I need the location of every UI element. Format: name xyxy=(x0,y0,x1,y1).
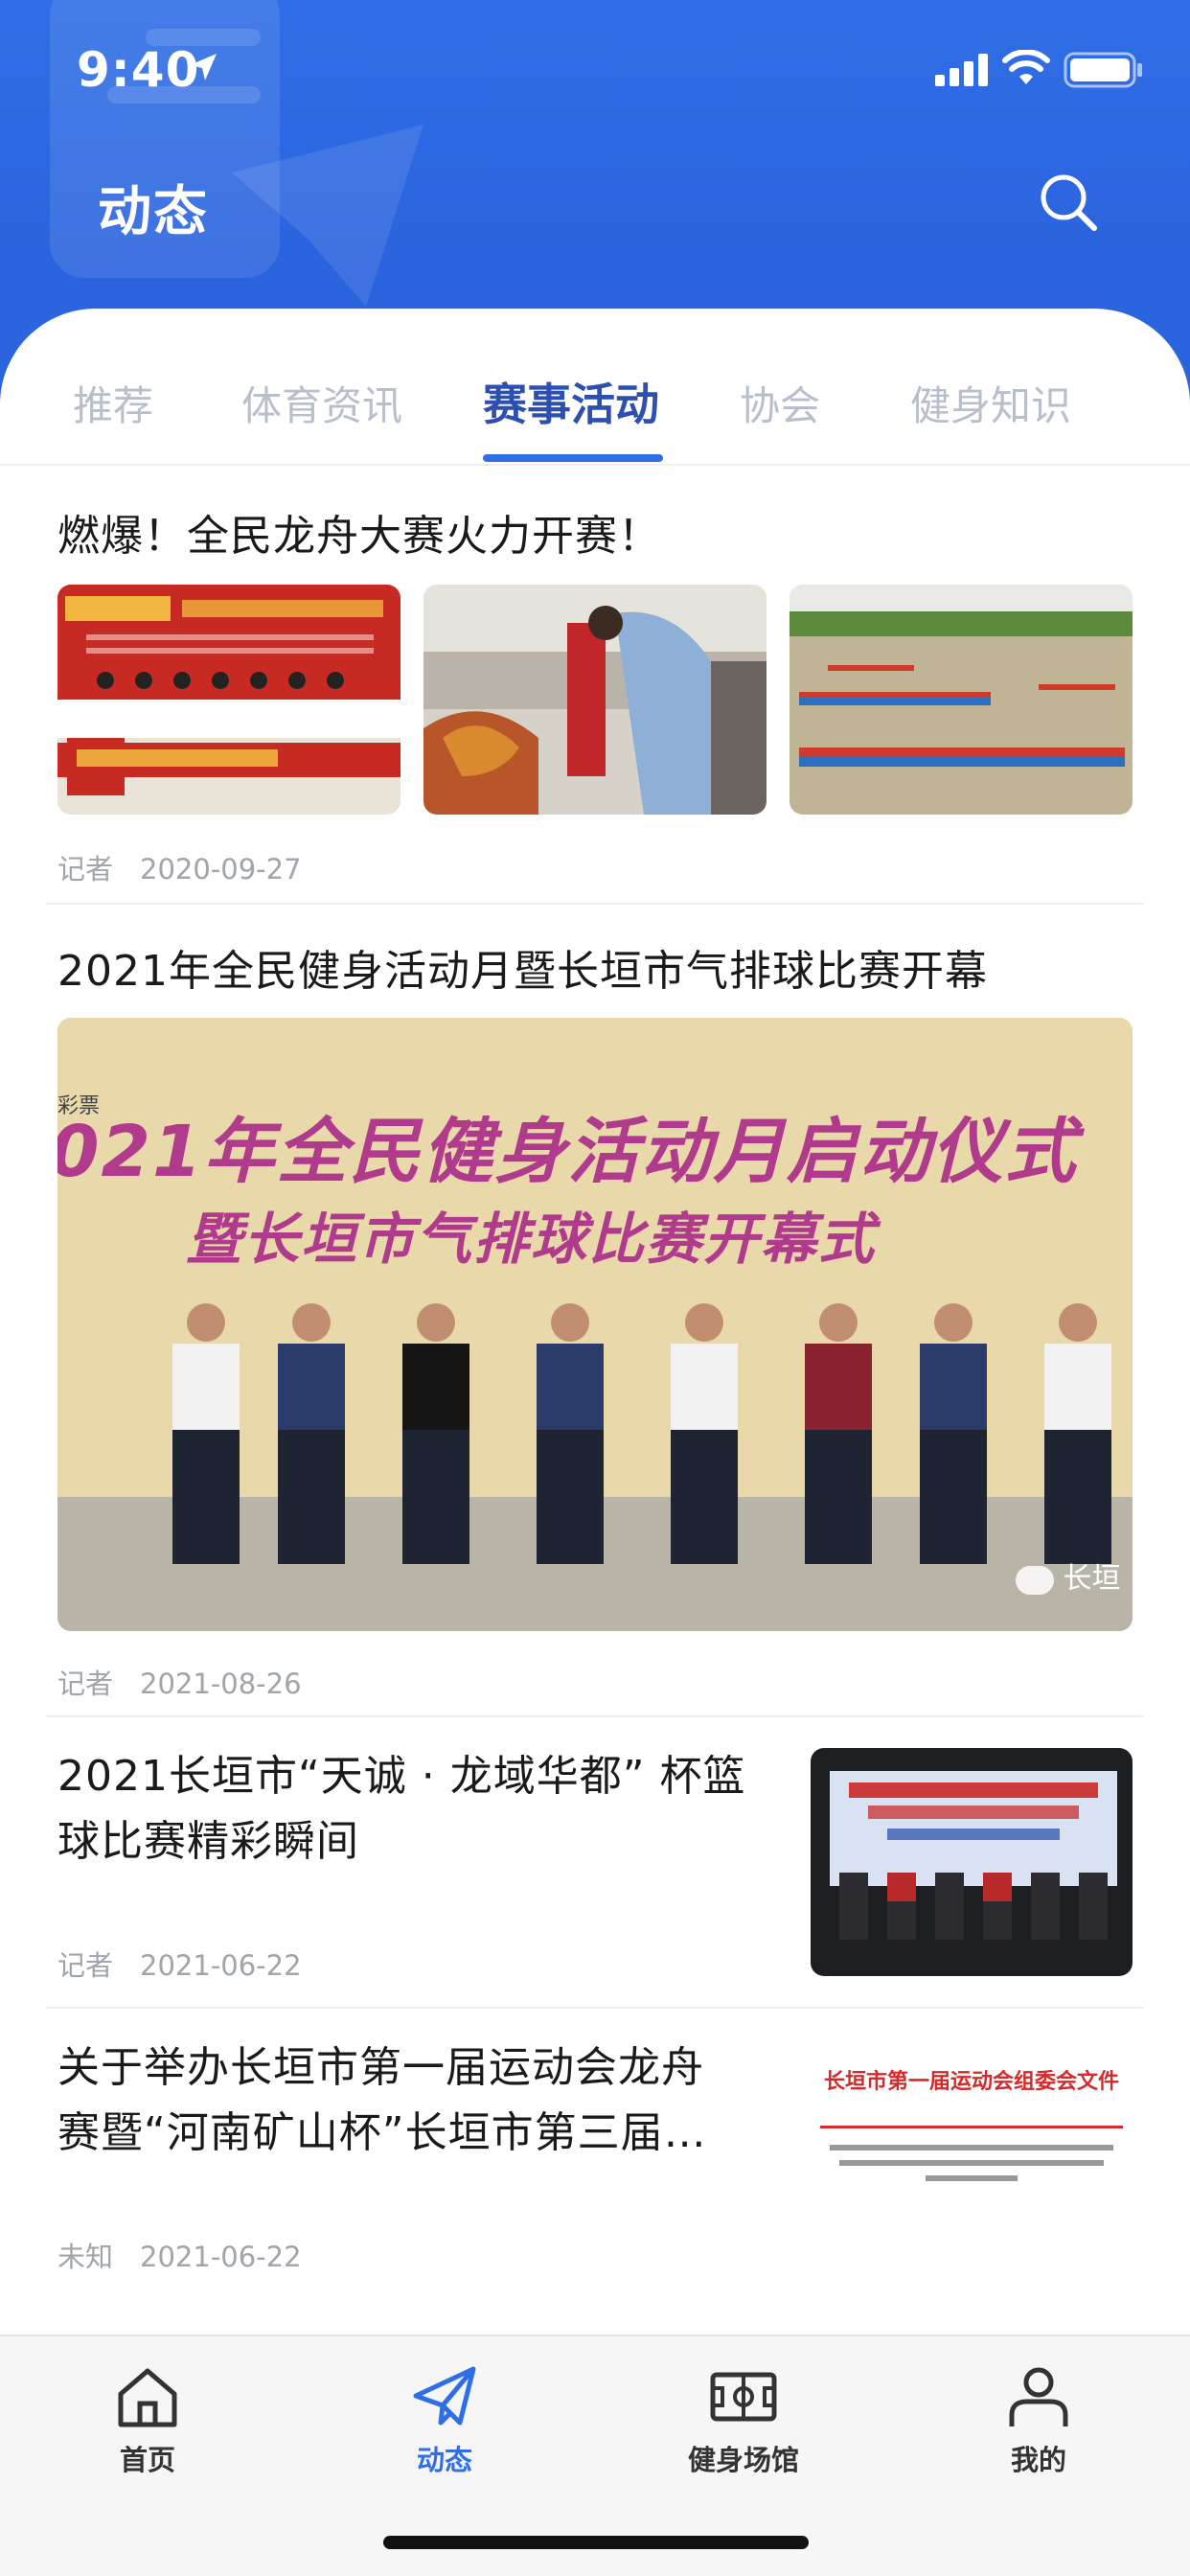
document-line xyxy=(830,2145,1113,2150)
article-author: 未知 xyxy=(57,2241,114,2273)
article-card[interactable]: 燃爆！全民龙舟大赛火力开赛！ 记者 2020-09-27 xyxy=(46,466,1144,905)
status-time: 9:40 xyxy=(77,42,200,98)
tabbar-profile[interactable]: 我的 xyxy=(943,2363,1134,2507)
article-image: 长垣市第一届运动会组委会文件 xyxy=(811,2039,1133,2267)
article-title-line: 赛暨“河南矿山杯”长垣市第三届… xyxy=(57,2108,707,2157)
wifi-icon xyxy=(1002,50,1050,84)
article-meta: 记者 2021-06-22 xyxy=(57,1944,302,1984)
article-title: 2021年全民健身活动月暨长垣市气排球比赛开幕 xyxy=(57,947,988,996)
article-meta: 未知 2021-06-22 xyxy=(57,2235,302,2275)
article-image xyxy=(790,585,1133,815)
banner-text-line1: 021年全民健身活动月启动仪式 xyxy=(57,1111,1078,1193)
article-date: 2021-08-26 xyxy=(140,1668,302,1700)
wechat-icon xyxy=(1016,1565,1054,1595)
article-author: 记者 xyxy=(57,1668,114,1700)
tabbar-label: 动态 xyxy=(416,2444,472,2476)
page-title: 动态 xyxy=(98,181,209,243)
tabbar-feed[interactable]: 动态 xyxy=(349,2363,540,2507)
article-title: 2021长垣市“天诚 · 龙域华都” 杯篮 球比赛精彩瞬间 xyxy=(57,1744,746,1874)
photo-watermark: 长垣 xyxy=(1016,1554,1121,1597)
tab-recommend[interactable]: 推荐 xyxy=(73,374,153,432)
active-tab-indicator xyxy=(483,454,663,462)
paper-plane-icon xyxy=(413,2366,476,2426)
article-image xyxy=(57,585,400,815)
document-line xyxy=(839,2160,1104,2166)
article-card[interactable]: 关于举办长垣市第一届运动会龙舟 赛暨“河南矿山杯”长垣市第三届… 长垣市第一届运… xyxy=(46,2009,1144,2300)
tabbar-venues[interactable]: 健身场馆 xyxy=(648,2363,839,2507)
article-card[interactable]: 2021长垣市“天诚 · 龙域华都” 杯篮 球比赛精彩瞬间 记者 2021-06-… xyxy=(46,1717,1144,2009)
article-card[interactable]: 2021年全民健身活动月暨长垣市气排球比赛开幕 021年全民健身活动月启动仪式 … xyxy=(46,905,1144,1717)
home-icon xyxy=(118,2368,177,2427)
search-icon[interactable] xyxy=(1035,169,1102,236)
tab-sports-news[interactable]: 体育资讯 xyxy=(241,374,402,432)
article-image: 021年全民健身活动月启动仪式 暨长垣市气排球比赛开幕式 彩票 长垣 xyxy=(57,1018,1133,1631)
article-title-line: 球比赛精彩瞬间 xyxy=(57,1817,359,1866)
tabbar-label: 首页 xyxy=(119,2444,175,2476)
tabbar-label: 我的 xyxy=(1010,2444,1066,2476)
watermark-text: 长垣 xyxy=(1063,1562,1121,1596)
location-arrow-icon xyxy=(190,54,217,80)
article-title-line: 关于举办长垣市第一届运动会龙舟 xyxy=(57,2043,704,2092)
article-title: 燃爆！全民龙舟大赛火力开赛！ xyxy=(57,512,661,561)
tab-associations[interactable]: 协会 xyxy=(740,374,820,432)
document-rule xyxy=(820,2126,1123,2128)
tabbar-home[interactable]: 首页 xyxy=(52,2363,243,2507)
cellular-signal-icon xyxy=(935,54,988,86)
article-author: 记者 xyxy=(57,853,114,886)
banner-tag: 彩票 xyxy=(57,1094,101,1118)
tabbar-label: 健身场馆 xyxy=(687,2444,799,2476)
stadium-icon xyxy=(710,2372,777,2422)
article-author: 记者 xyxy=(57,1949,114,1982)
home-indicator[interactable] xyxy=(383,2536,809,2549)
tab-events[interactable]: 赛事活动 xyxy=(483,370,659,433)
article-image xyxy=(811,1748,1133,1976)
article-date: 2021-06-22 xyxy=(140,1949,302,1982)
article-meta: 记者 2021-08-26 xyxy=(57,1662,302,1702)
user-icon xyxy=(1009,2367,1068,2426)
article-title-line: 2021长垣市“天诚 · 龙域华都” 杯篮 xyxy=(57,1752,746,1801)
category-tabs: 推荐 体育资讯 赛事活动 协会 健身知识 xyxy=(0,309,1190,466)
article-image xyxy=(423,585,767,815)
article-date: 2021-06-22 xyxy=(140,2241,302,2273)
battery-icon xyxy=(1064,52,1142,88)
document-line xyxy=(926,2175,1018,2181)
status-bar: 9:40 xyxy=(0,0,1190,134)
banner-text-line2: 暨长垣市气排球比赛开幕式 xyxy=(186,1207,877,1272)
article-date: 2020-09-27 xyxy=(140,853,302,886)
document-title: 长垣市第一届运动会组委会文件 xyxy=(823,2069,1119,2094)
article-meta: 记者 2020-09-27 xyxy=(57,847,302,887)
article-title: 关于举办长垣市第一届运动会龙舟 赛暨“河南矿山杯”长垣市第三届… xyxy=(57,2036,707,2166)
tab-fitness-knowledge[interactable]: 健身知识 xyxy=(910,374,1071,432)
